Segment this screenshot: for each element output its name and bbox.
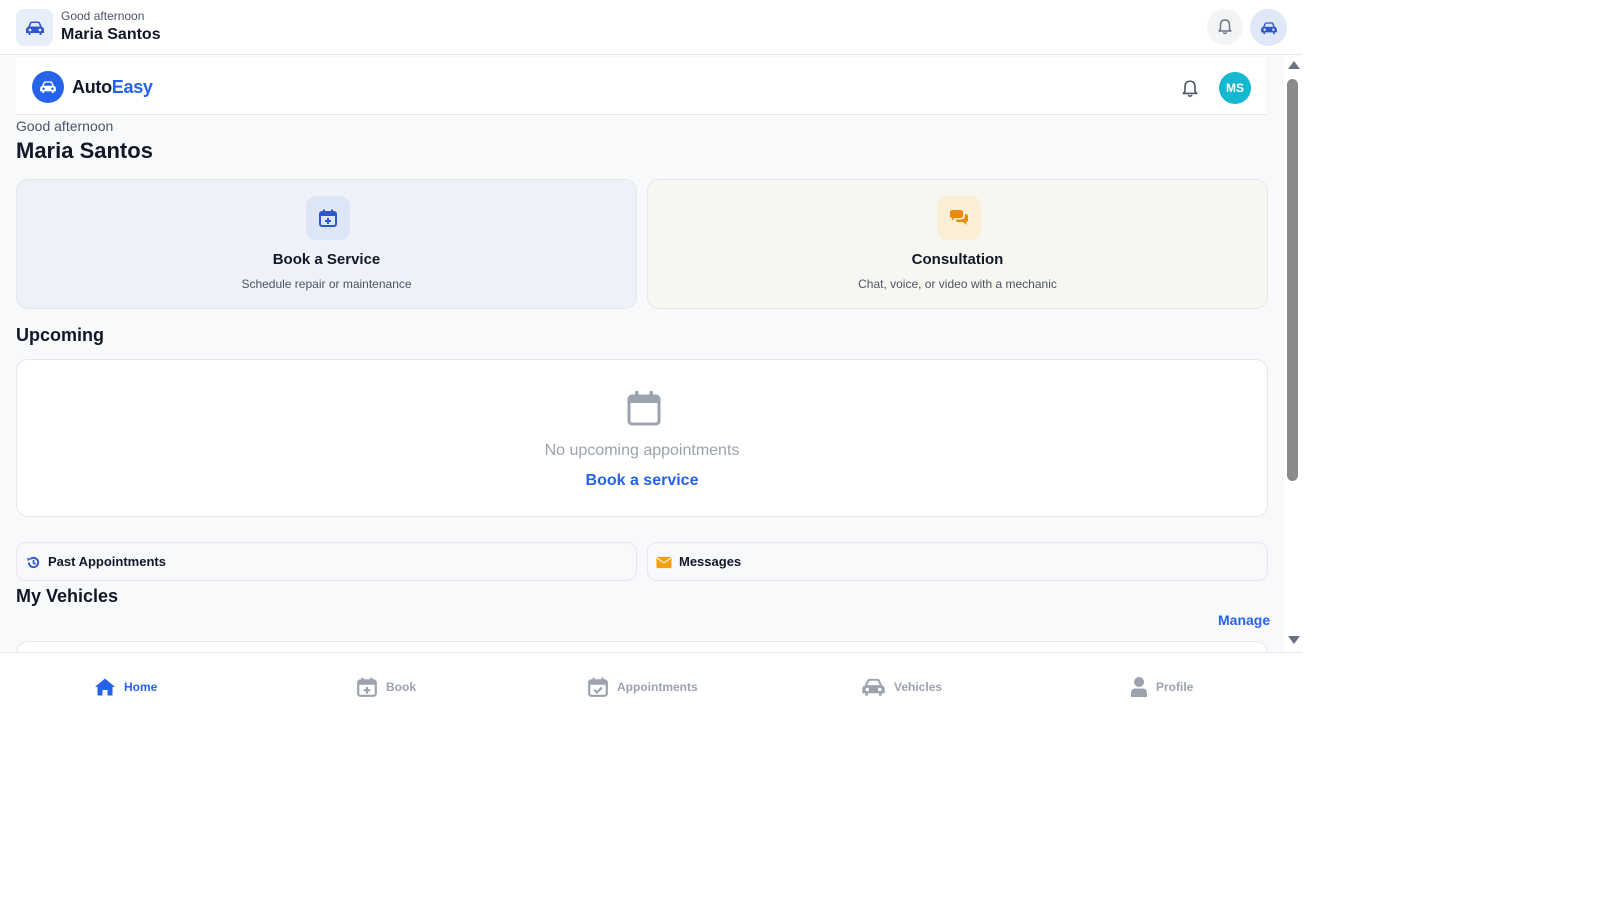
app-root: Good afternoon Maria Santos AutoEasy MS … (0, 0, 1302, 913)
consultation-card[interactable]: Consultation Chat, voice, or video with … (647, 179, 1268, 309)
vehicle-switch-button[interactable] (1250, 9, 1287, 46)
book-service-subtitle: Schedule repair or maintenance (241, 277, 412, 291)
nav-profile-label: Profile (1156, 680, 1194, 694)
book-service-title: Book a Service (272, 251, 381, 268)
nav-appointments[interactable]: Appointments (587, 675, 698, 699)
scroll-up-arrow-icon[interactable] (1288, 61, 1300, 69)
car-icon (16, 9, 53, 46)
consultation-subtitle: Chat, voice, or video with a mechanic (858, 277, 1057, 291)
outer-top-bar: Good afternoon Maria Santos (0, 0, 1302, 55)
brand-name-part1: Auto (72, 77, 112, 97)
messages-label: Messages (679, 554, 742, 569)
scrollbar[interactable] (1284, 55, 1302, 652)
greeting-text: Good afternoon (16, 118, 114, 134)
nav-appointments-label: Appointments (617, 680, 698, 694)
page-title: Maria Santos (16, 138, 153, 163)
brand-name[interactable]: AutoEasy (72, 77, 153, 98)
brand-logo-icon[interactable] (32, 71, 64, 103)
top-user-name: Maria Santos (61, 26, 161, 43)
bottom-navigation: Home Book Appointments Vehicles Profile (0, 652, 1302, 720)
nav-profile[interactable]: Profile (1130, 675, 1193, 699)
calendar-plus-icon (357, 677, 377, 697)
nav-home-label: Home (124, 680, 158, 694)
content-viewport[interactable]: AutoEasy MS Good afternoon Maria Santos … (0, 55, 1284, 652)
nav-home[interactable]: Home (94, 675, 157, 699)
past-appointments-button[interactable]: Past Appointments (16, 542, 637, 581)
history-icon (25, 554, 41, 570)
nav-vehicles[interactable]: Vehicles (861, 675, 942, 699)
calendar-icon (627, 391, 661, 426)
messages-button[interactable]: Messages (647, 542, 1268, 581)
consultation-title: Consultation (911, 251, 1004, 268)
past-appointments-label: Past Appointments (48, 554, 166, 569)
envelope-icon (656, 554, 672, 570)
home-icon (95, 678, 115, 696)
calendar-check-icon (588, 677, 608, 697)
app-header: AutoEasy MS (16, 57, 1266, 115)
notifications-button[interactable] (1207, 9, 1243, 45)
avatar[interactable]: MS (1219, 72, 1251, 104)
car-icon (1260, 21, 1277, 34)
empty-state-text: No upcoming appointments (544, 442, 740, 459)
vehicle-card[interactable] (16, 641, 1268, 652)
my-vehicles-heading: My Vehicles (16, 586, 119, 606)
bell-icon (1218, 19, 1232, 35)
bell-icon[interactable] (1179, 78, 1201, 100)
nav-book[interactable]: Book (356, 675, 416, 699)
car-icon (862, 678, 885, 696)
manage-vehicles-link[interactable]: Manage (1218, 612, 1270, 628)
book-service-link[interactable]: Book a service (17, 472, 1267, 490)
nav-book-label: Book (386, 680, 416, 694)
upcoming-heading: Upcoming (16, 325, 104, 345)
top-greeting: Good afternoon (61, 9, 145, 23)
upcoming-card: No upcoming appointments Book a service (16, 359, 1268, 517)
scroll-down-arrow-icon[interactable] (1288, 636, 1300, 644)
brand-name-part2: Easy (111, 77, 153, 97)
user-icon (1131, 677, 1147, 697)
nav-vehicles-label: Vehicles (894, 680, 943, 694)
chat-icon (937, 196, 981, 240)
scrollbar-thumb[interactable] (1287, 79, 1298, 481)
calendar-plus-icon (306, 196, 350, 240)
book-service-card[interactable]: Book a Service Schedule repair or mainte… (16, 179, 637, 309)
